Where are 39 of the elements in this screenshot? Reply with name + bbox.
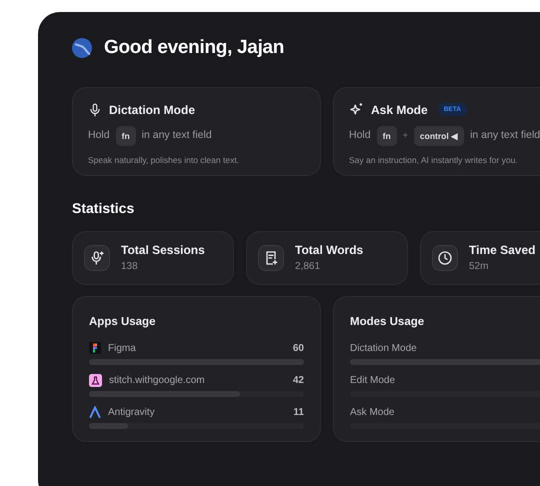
microphone-plus-icon (89, 250, 105, 266)
instruction-text: in any text field (142, 128, 212, 143)
usage-item-label: Ask Mode (350, 406, 394, 420)
clock-icon (437, 250, 453, 266)
usage-item-label: Antigravity (108, 406, 155, 420)
stat-value: 138 (121, 260, 139, 274)
stat-value: 2,861 (295, 260, 322, 274)
app-logo-icon (89, 342, 101, 354)
arch-icon (89, 406, 101, 418)
instruction-text: in any text field (470, 128, 540, 143)
stat-label: Total Words (295, 242, 364, 259)
planet-avatar-icon (72, 38, 92, 58)
microphone-icon (88, 102, 102, 116)
mode-title: Dictation Mode (109, 102, 195, 118)
usage-count: 60 (292, 342, 304, 356)
usage-title: Modes Usage (350, 314, 426, 330)
flask-icon (89, 374, 102, 387)
sparkle-icon (349, 102, 364, 117)
usage-count: 11 (293, 406, 304, 420)
plus-sign: + (402, 129, 408, 142)
hold-label: Hold (349, 128, 371, 143)
usage-count: 42 (292, 374, 304, 388)
usage-item-label: Dictation Mode (350, 342, 417, 356)
hold-label: Hold (88, 128, 110, 143)
mode-description: Say an instruction, AI instantly writes for you. (349, 154, 519, 167)
statistics-heading: Statistics (72, 198, 136, 218)
key-cap: fn (116, 126, 136, 146)
usage-item-label: stitch.withgoogle.com (109, 374, 205, 388)
stat-value: 52m (469, 260, 490, 274)
mode-title: Ask Mode (371, 102, 428, 118)
usage-item-label: Edit Mode (350, 374, 396, 388)
usage-item-label: Figma (108, 342, 136, 356)
mode-description: Speak naturally, polishes into clean text. (88, 154, 240, 167)
greeting-title: Good evening, Jajan (104, 36, 284, 60)
usage-title: Apps Usage (89, 314, 156, 330)
stat-label: Total Sessions (121, 242, 205, 259)
key-cap: fn (376, 126, 397, 146)
key-cap: control ◀ (414, 126, 464, 146)
stat-label: Time Saved (469, 242, 536, 259)
